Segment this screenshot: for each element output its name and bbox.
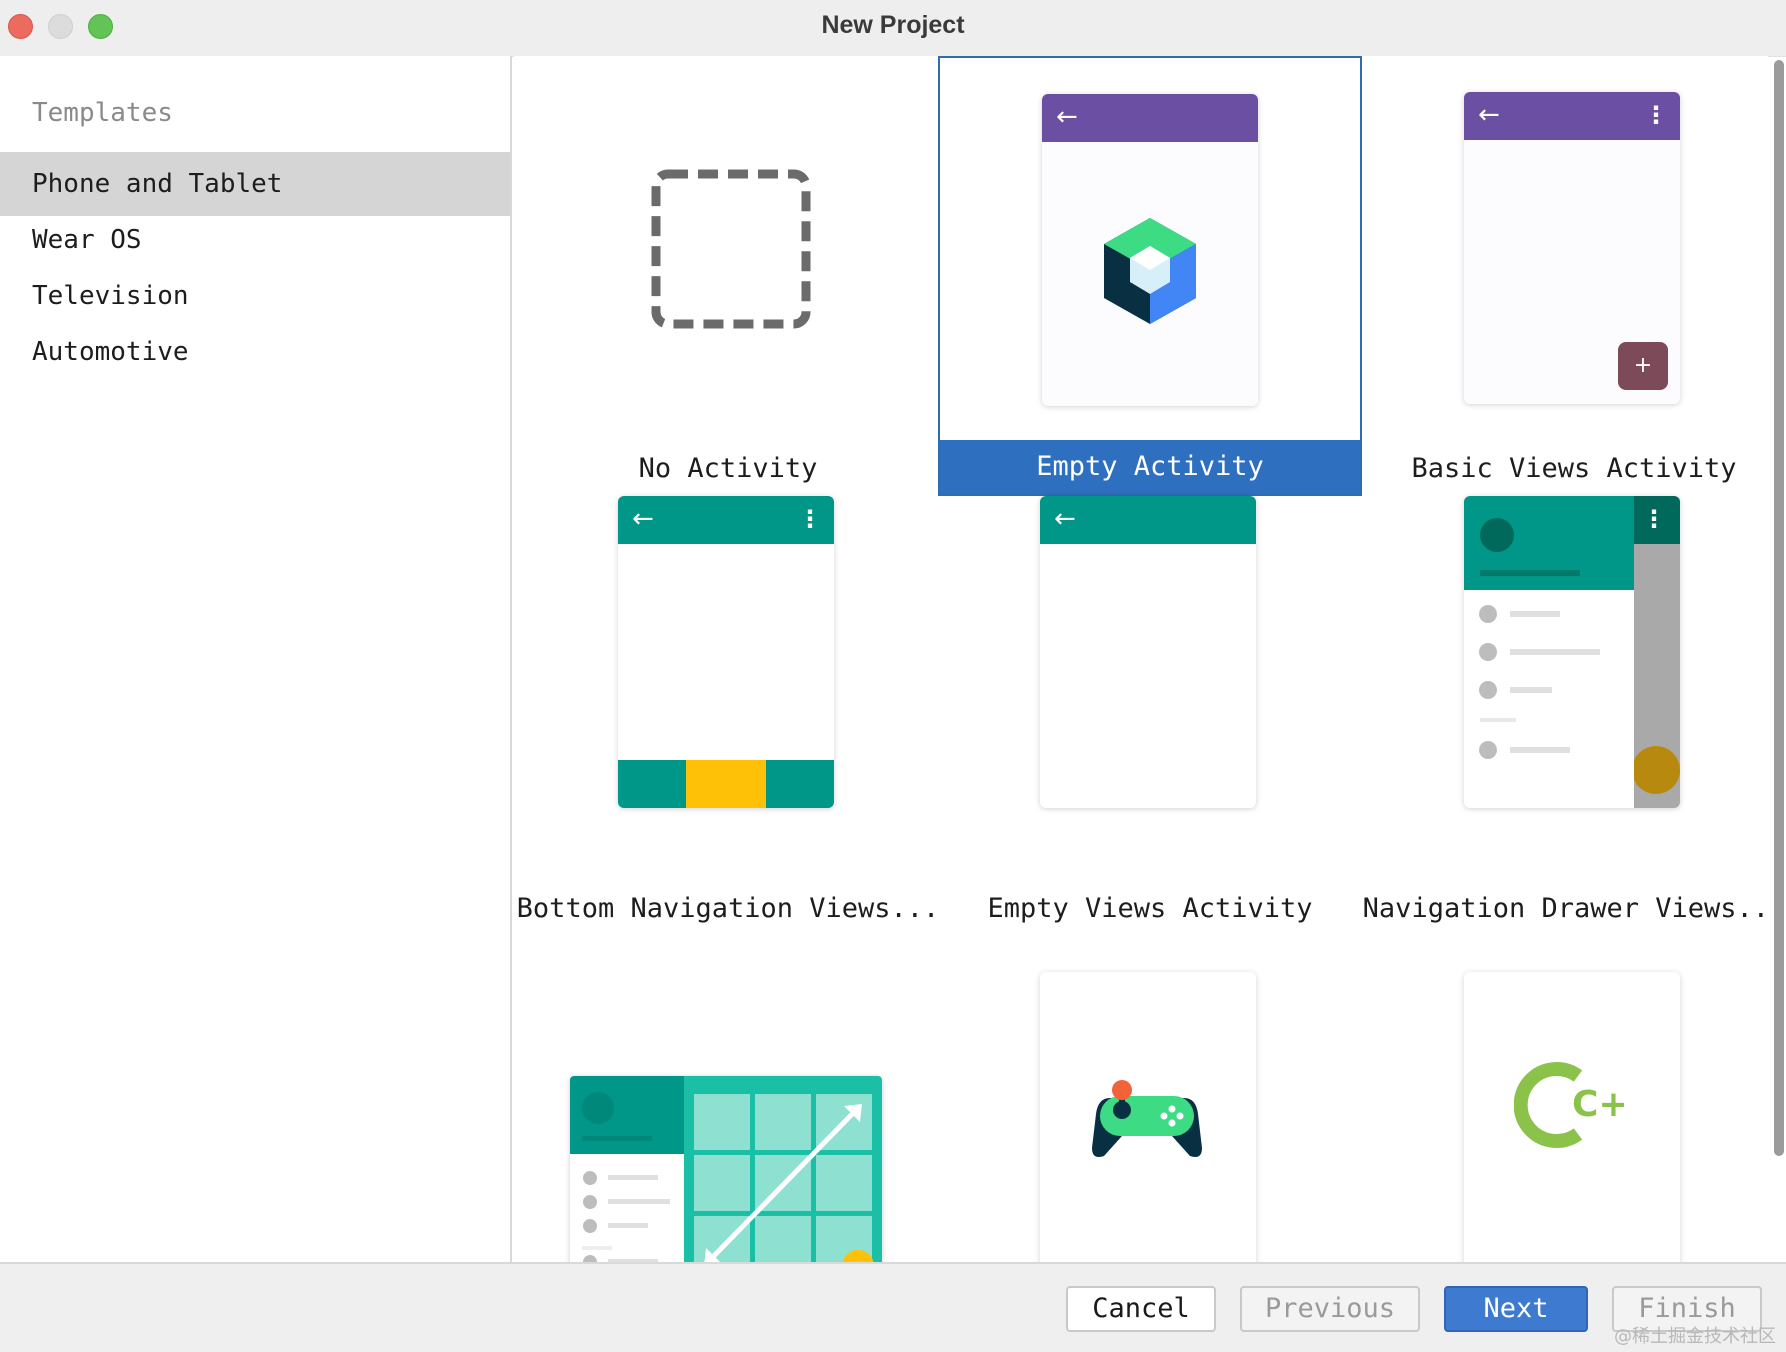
dashed-square-icon (651, 169, 811, 329)
sidebar-item-television[interactable]: Television (0, 264, 510, 328)
drawer-header (1464, 496, 1634, 590)
nav-drawer-phone-icon: ⋮ (1464, 496, 1680, 808)
back-arrow-icon: ← (1054, 504, 1076, 534)
overflow-menu-icon: ⋮ (1642, 505, 1666, 533)
cancel-button[interactable]: Cancel (1066, 1286, 1216, 1332)
bottom-nav-bar (618, 760, 834, 808)
header-line (1480, 570, 1580, 576)
templates-grid: No Activity ← Empty Activity ← ⋮ + Basic… (514, 56, 1768, 1262)
sidebar-item-automotive[interactable]: Automotive (0, 320, 510, 384)
template-card-no-activity[interactable]: No Activity (516, 56, 940, 496)
app-bar: ← (1040, 496, 1256, 544)
back-arrow-icon: ← (1056, 102, 1078, 132)
app-bar: ← ⋮ (1464, 92, 1680, 140)
drawer-list-icon (582, 1171, 670, 1262)
template-card-native-cpp[interactable]: C++ (1362, 936, 1768, 1262)
back-arrow-icon: ← (632, 504, 654, 534)
templates-scrollbar[interactable] (1774, 60, 1784, 1156)
grid-content-icon: + (684, 1076, 882, 1262)
next-button[interactable]: Next (1444, 1286, 1588, 1332)
fab-icon (1634, 746, 1680, 794)
phone-preview (1040, 972, 1256, 1262)
responsive-layout-icon: + (570, 1076, 882, 1262)
avatar (1480, 518, 1514, 552)
template-card-navigation-drawer[interactable]: ⋮ Navigation Drawer Views... (1362, 496, 1768, 936)
fab-icon: + (1618, 342, 1668, 390)
watermark: @稀土掘金技术社区 (1614, 1326, 1776, 1347)
sidebar-item-wear-os[interactable]: Wear OS (0, 208, 510, 272)
dialog-footer: Cancel Previous Next Finish @稀土掘金技术社区 (0, 1262, 1786, 1352)
templates-sidebar: Templates Phone and Tablet Wear OS Telev… (0, 56, 512, 1262)
template-label: No Activity (638, 453, 818, 484)
templates-header: Templates (32, 98, 173, 128)
empty-phone-icon: ← (1040, 496, 1256, 808)
template-label: Basic Views Activity (1411, 453, 1737, 484)
phone-preview: C++ (1464, 972, 1680, 1262)
drawer-header (570, 1076, 684, 1154)
title-bar: New Project (0, 0, 1786, 57)
app-bar-dark: ⋮ (1634, 496, 1680, 544)
template-card-bottom-navigation[interactable]: ← ⋮ Bottom Navigation Views... (516, 496, 940, 936)
drawer-list-icon (1479, 605, 1600, 759)
overflow-menu-icon: ⋮ (798, 505, 822, 533)
svg-text:C++: C++ (1572, 1084, 1624, 1125)
window-title: New Project (821, 11, 965, 39)
template-label: Empty Views Activity (987, 893, 1313, 924)
template-label: Empty Activity (940, 440, 1360, 494)
new-project-window: New Project Templates Phone and Tablet W… (0, 0, 1786, 1352)
sidebar-item-phone-and-tablet[interactable]: Phone and Tablet (0, 152, 510, 216)
overflow-menu-icon: ⋮ (1644, 101, 1668, 129)
phone-preview: ← ⋮ + (1464, 92, 1680, 404)
game-controller-icon (1092, 1080, 1202, 1157)
back-arrow-icon: ← (1478, 100, 1500, 130)
template-card-basic-views-activity[interactable]: ← ⋮ + Basic Views Activity (1362, 56, 1768, 496)
previous-button[interactable]: Previous (1240, 1286, 1420, 1332)
template-label: Navigation Drawer Views... (1362, 893, 1768, 924)
jetpack-compose-icon (1104, 218, 1196, 324)
phone-preview: ← (1042, 94, 1258, 406)
template-label: Bottom Navigation Views... (516, 893, 940, 924)
bottom-nav-phone-icon: ← ⋮ (618, 496, 834, 808)
app-bar: ← (1042, 94, 1258, 142)
app-bar: ← ⋮ (618, 496, 834, 544)
bottom-nav-selected-tab (686, 760, 766, 808)
cpp-icon: C++ (1514, 1062, 1624, 1148)
template-card-empty-views-activity[interactable]: ← Empty Views Activity (938, 496, 1362, 936)
template-card-game[interactable] (938, 936, 1362, 1262)
template-card-responsive[interactable]: + (516, 936, 940, 1262)
template-card-empty-activity[interactable]: ← Empty Activity (938, 56, 1362, 496)
